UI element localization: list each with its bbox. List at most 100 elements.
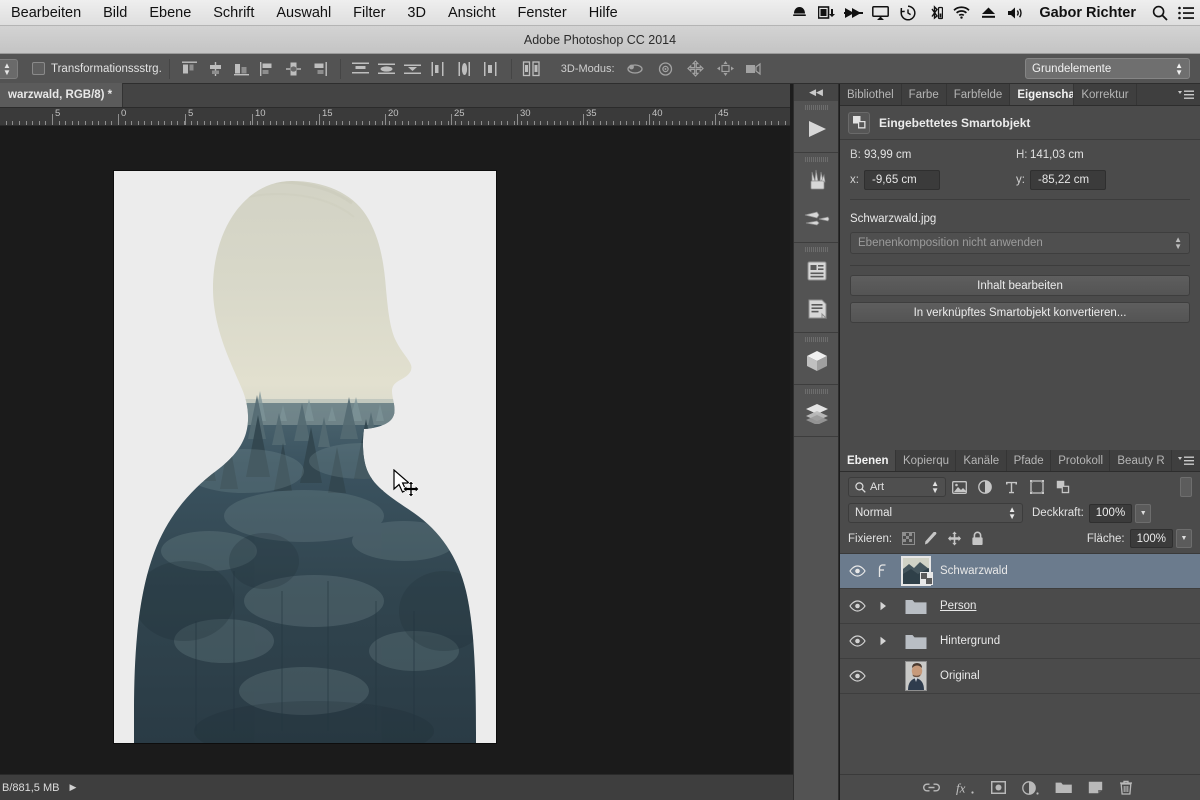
tab-kopierquelle[interactable]: Kopierqu [896,450,957,471]
align-bottom-edges-icon[interactable] [307,58,333,80]
fill-dropdown-icon[interactable]: ▼ [1176,529,1192,548]
new-group-icon[interactable] [1055,781,1072,794]
menu-item-bild[interactable]: Bild [92,0,138,26]
tab-protokoll[interactable]: Protokoll [1051,450,1111,471]
layer-thumbnail[interactable] [892,661,940,691]
filter-type-icon[interactable] [998,477,1024,497]
tab-farbfelder[interactable]: Farbfelde [947,84,1011,105]
airplay-icon[interactable] [867,0,894,26]
panel-menu-icon[interactable] [1172,450,1200,471]
menu-item-bearbeiten[interactable]: Bearbeiten [0,0,92,26]
distribute-bottom-edges-icon[interactable] [400,58,426,80]
menu-item-hilfe[interactable]: Hilfe [578,0,629,26]
bluetooth-icon[interactable] [921,0,948,26]
layers-stack-icon[interactable] [794,394,840,432]
new-layer-icon[interactable] [1088,781,1103,794]
lock-position-icon[interactable] [943,530,966,548]
volume-icon[interactable] [1002,0,1029,26]
layer-name[interactable]: Hintergrund [940,635,1000,647]
canvas-area[interactable] [0,126,790,774]
opacity-value[interactable]: 100% [1088,503,1133,523]
fill-value[interactable]: 100% [1129,529,1173,548]
filter-shape-icon[interactable] [1024,477,1050,497]
menu-item-ansicht[interactable]: Ansicht [437,0,507,26]
filter-smartobject-icon[interactable] [1050,477,1076,497]
opacity-dropdown-icon[interactable]: ▼ [1135,503,1152,523]
document-tab[interactable]: warzwald, RGB/8) * [0,83,124,107]
filter-pixel-icon[interactable] [946,477,972,497]
menubar-username[interactable]: Gabor Richter [1029,5,1146,21]
menu-item-fenster[interactable]: Fenster [507,0,578,26]
search-icon[interactable] [1146,0,1173,26]
3d-cube-icon[interactable] [794,342,840,380]
filter-adjustment-icon[interactable] [972,477,998,497]
tab-ebenen[interactable]: Ebenen [840,450,896,471]
align-right-edges-icon[interactable] [229,58,255,80]
align-horizontal-centers-icon[interactable] [203,58,229,80]
menu-item-auswahl[interactable]: Auswahl [265,0,342,26]
eject-icon[interactable] [975,0,1002,26]
tab-kanaele[interactable]: Kanäle [956,450,1007,471]
layer-filter-kind-select[interactable]: Art ▲ ▼ [848,477,946,497]
layer-name[interactable]: Original [940,670,980,682]
tab-beauty-retusche[interactable]: Beauty R [1110,450,1172,471]
roll-3d-icon[interactable] [651,58,681,80]
horizontal-ruler[interactable]: 5 0 5 10 15 20 25 30 35 40 45 [0,108,790,126]
auto-distribute-icon[interactable] [519,58,545,80]
table-row[interactable]: Original [840,659,1200,694]
tab-korrekturen[interactable]: Korrektur [1074,84,1137,105]
menu-item-ebene[interactable]: Ebene [138,0,202,26]
layer-name[interactable]: Person [940,600,976,612]
updown-stepper-icon[interactable]: ▲ ▼ [0,58,18,79]
dock-grip[interactable] [794,333,838,342]
fx-icon[interactable]: fx [956,781,975,795]
distribute-left-edges-icon[interactable] [426,58,452,80]
paragraph-icon[interactable] [794,290,840,328]
dropbox-icon[interactable] [786,0,813,26]
table-row[interactable]: Schwarzwald [840,554,1200,589]
dock-grip[interactable] [794,101,838,110]
layer-visibility-toggle[interactable] [840,670,874,682]
fast-forward-icon[interactable] [840,0,867,26]
chevron-right-icon[interactable] [874,601,892,611]
panel-menu-icon[interactable] [1172,84,1200,105]
blend-mode-select[interactable]: Normal ▲ ▼ [848,503,1023,523]
table-row[interactable]: Person [840,589,1200,624]
lock-transparency-icon[interactable] [897,530,920,548]
display-mirror-icon[interactable] [813,0,840,26]
brushes-icon[interactable] [794,162,840,200]
workspace-selector[interactable]: Grundelemente ▲ ▼ [1025,58,1190,79]
layer-visibility-toggle[interactable] [840,635,874,647]
collapse-panels-icon[interactable]: ◀◀ [794,84,838,101]
add-mask-icon[interactable] [991,781,1006,794]
tab-eigenschaften[interactable]: Eigenschaften [1010,84,1075,105]
tab-farbe[interactable]: Farbe [902,84,947,105]
menu-item-filter[interactable]: Filter [342,0,396,26]
menu-item-3d[interactable]: 3D [396,0,437,26]
link-layers-icon[interactable] [923,782,940,793]
layer-visibility-toggle[interactable] [840,565,874,577]
transform-controls-checkbox[interactable] [32,62,45,75]
delete-layer-icon[interactable] [1119,780,1133,795]
chevron-right-icon[interactable] [874,636,892,646]
brush-presets-icon[interactable] [794,200,840,238]
timemachine-icon[interactable] [894,0,921,26]
dock-grip[interactable] [794,243,838,252]
align-top-edges-icon[interactable] [255,58,281,80]
rotate-3d-icon[interactable] [621,58,651,80]
x-field[interactable]: -9,65 cm [864,170,940,190]
distribute-top-edges-icon[interactable] [348,58,374,80]
layer-name[interactable]: Schwarzwald [940,565,1008,577]
wifi-icon[interactable] [948,0,975,26]
menu-item-schrift[interactable]: Schrift [202,0,265,26]
layer-thumbnail[interactable] [892,556,940,586]
layer-visibility-toggle[interactable] [840,600,874,612]
y-field[interactable]: -85,22 cm [1030,170,1106,190]
filter-toggle-icon[interactable] [1180,477,1192,497]
list-icon[interactable] [1173,0,1200,26]
distribute-right-edges-icon[interactable] [478,58,504,80]
dock-grip[interactable] [794,385,838,394]
slide-3d-icon[interactable] [711,58,741,80]
scale-3d-camera-icon[interactable] [741,58,771,80]
convert-to-linked-button[interactable]: In verknüpftes Smartobjekt konvertieren.… [850,302,1190,323]
